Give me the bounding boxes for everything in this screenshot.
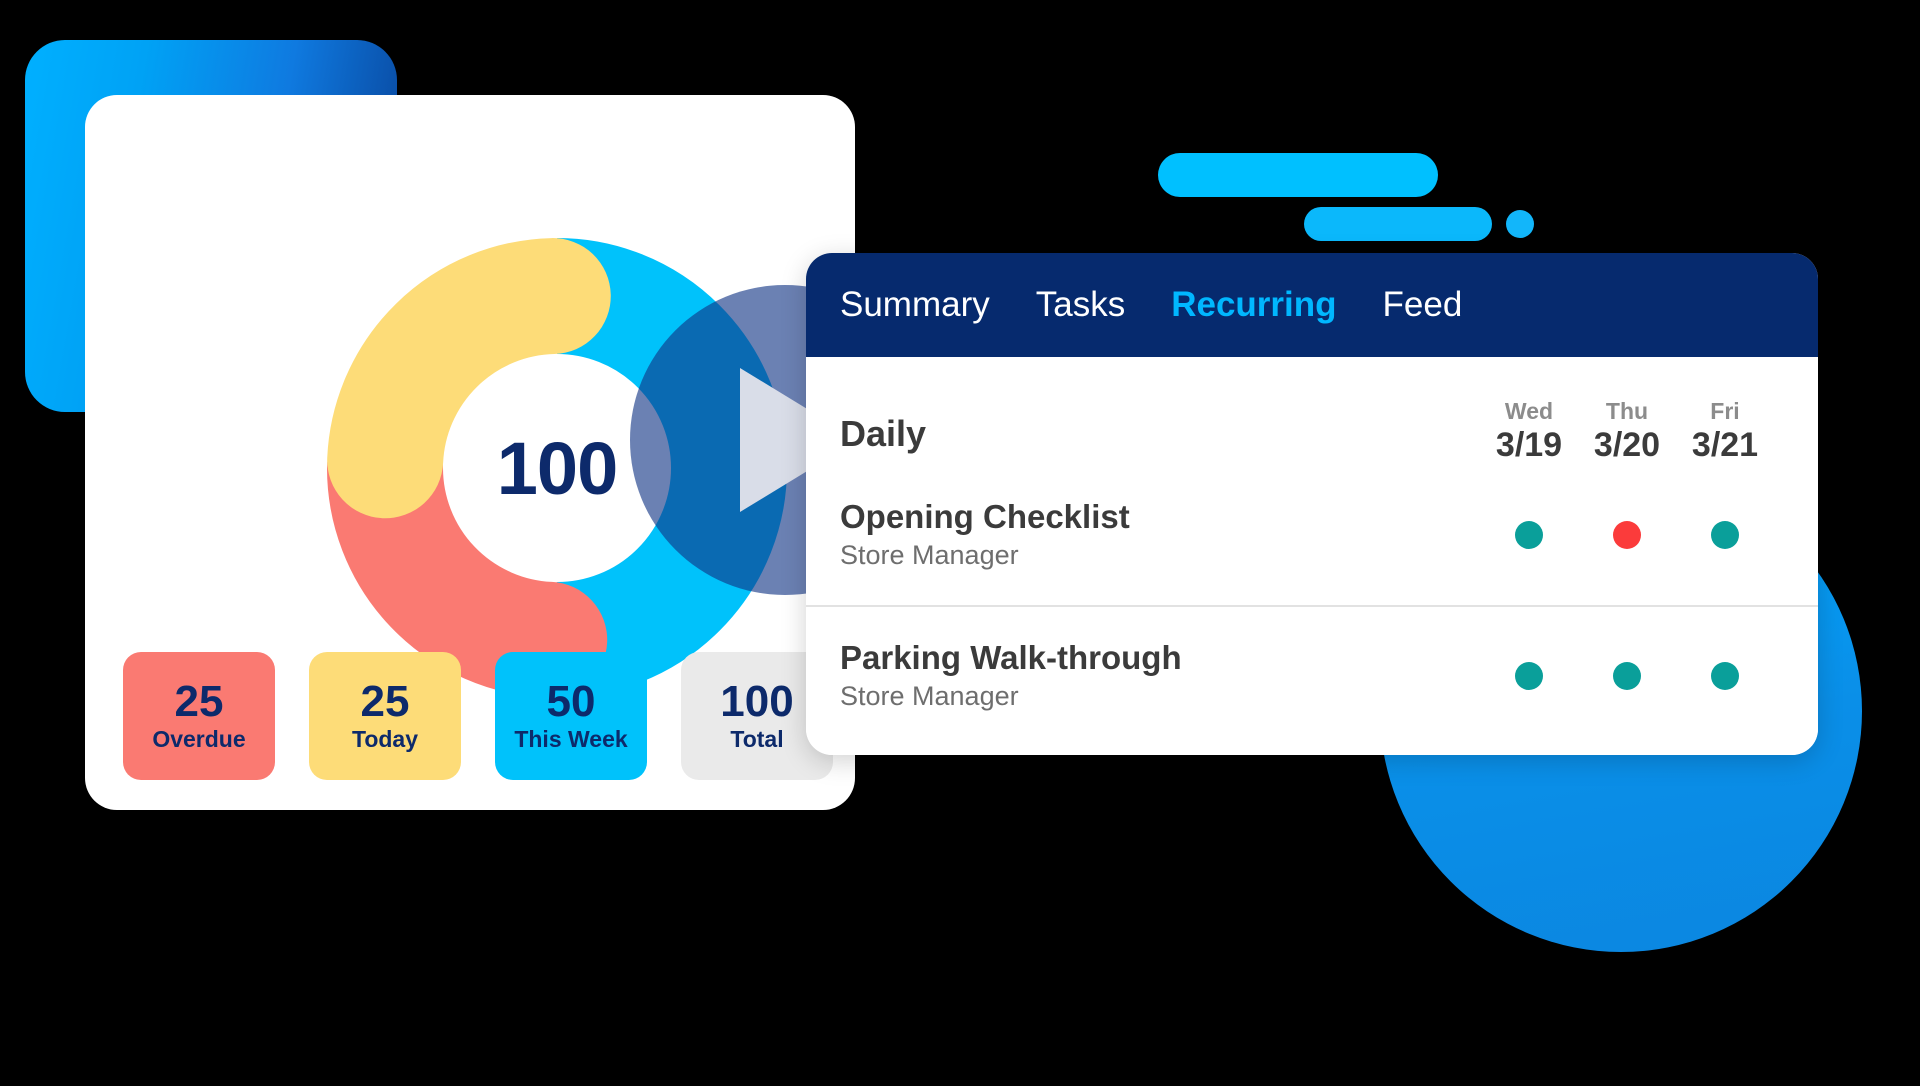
status-dots [1480,521,1774,549]
day-name: Wed [1504,398,1554,425]
day-date: 3/21 [1691,425,1759,464]
task-name: Opening Checklist [840,497,1130,535]
tab-tasks[interactable]: Tasks [1036,285,1125,325]
stat-label: Overdue [152,726,246,753]
day-date: 3/19 [1495,425,1563,464]
schedule-title: Daily [840,413,927,454]
panel-tab-bar: Summary Tasks Recurring Feed [806,253,1818,357]
stat-label: Today [351,726,419,753]
stat-value: 100 [720,677,794,727]
stat-card-overdue[interactable]: 25 Overdue [123,652,275,780]
day-column-wed: Wed 3/19 [1480,397,1578,465]
recurring-tasks-panel: Summary Tasks Recurring Feed Daily Wed 3… [806,253,1818,755]
panel-content: Daily Wed 3/19 Thu 3/20 Fri 3/21 Opening… [806,357,1818,755]
stat-cards-row: 25 Overdue 25 Today 50 This Week 100 Tot… [123,652,837,782]
stat-value: 25 [174,677,224,727]
status-dot-complete [1515,521,1543,549]
decorative-bar-large [1158,153,1438,197]
decorative-dot [1506,210,1534,238]
stat-card-this-week[interactable]: 50 This Week [495,652,647,780]
status-cell-thu[interactable] [1578,521,1676,549]
task-role: Store Manager [840,540,1019,571]
table-row[interactable]: Parking Walk-through Store Manager [806,605,1818,745]
status-dot-complete [1711,662,1739,690]
day-column-thu: Thu 3/20 [1578,397,1676,465]
status-dot-complete [1613,662,1641,690]
stat-card-today[interactable]: 25 Today [309,652,461,780]
status-cell-thu[interactable] [1578,662,1676,690]
status-cell-fri[interactable] [1676,662,1774,690]
status-cell-wed[interactable] [1480,662,1578,690]
day-name: Fri [1710,398,1740,425]
tab-summary[interactable]: Summary [840,285,990,325]
status-dot-complete [1515,662,1543,690]
task-name: Parking Walk-through [840,638,1182,676]
status-dot-missed [1613,521,1641,549]
screenshot-canvas: 100 25 Overdue 25 Today 50 This Week 100… [0,0,1920,1086]
status-dots [1480,662,1774,690]
tab-recurring[interactable]: Recurring [1171,285,1336,325]
day-columns: Wed 3/19 Thu 3/20 Fri 3/21 [1480,397,1774,465]
status-dot-complete [1711,521,1739,549]
task-info: Opening Checklist Store Manager [840,497,1480,574]
day-name: Thu [1605,398,1649,425]
schedule-header: Daily Wed 3/19 Thu 3/20 Fri 3/21 [806,357,1818,465]
stat-label: This Week [514,726,628,753]
stat-value: 50 [546,677,596,727]
stat-value: 25 [360,677,410,727]
table-row[interactable]: Opening Checklist Store Manager [806,465,1818,605]
stat-label: Total [730,726,784,753]
task-info: Parking Walk-through Store Manager [840,638,1480,715]
status-cell-wed[interactable] [1480,521,1578,549]
task-role: Store Manager [840,681,1019,712]
day-date: 3/20 [1593,425,1661,464]
status-cell-fri[interactable] [1676,521,1774,549]
day-column-fri: Fri 3/21 [1676,397,1774,465]
decorative-bar-small [1304,207,1492,241]
tab-feed[interactable]: Feed [1383,285,1463,325]
